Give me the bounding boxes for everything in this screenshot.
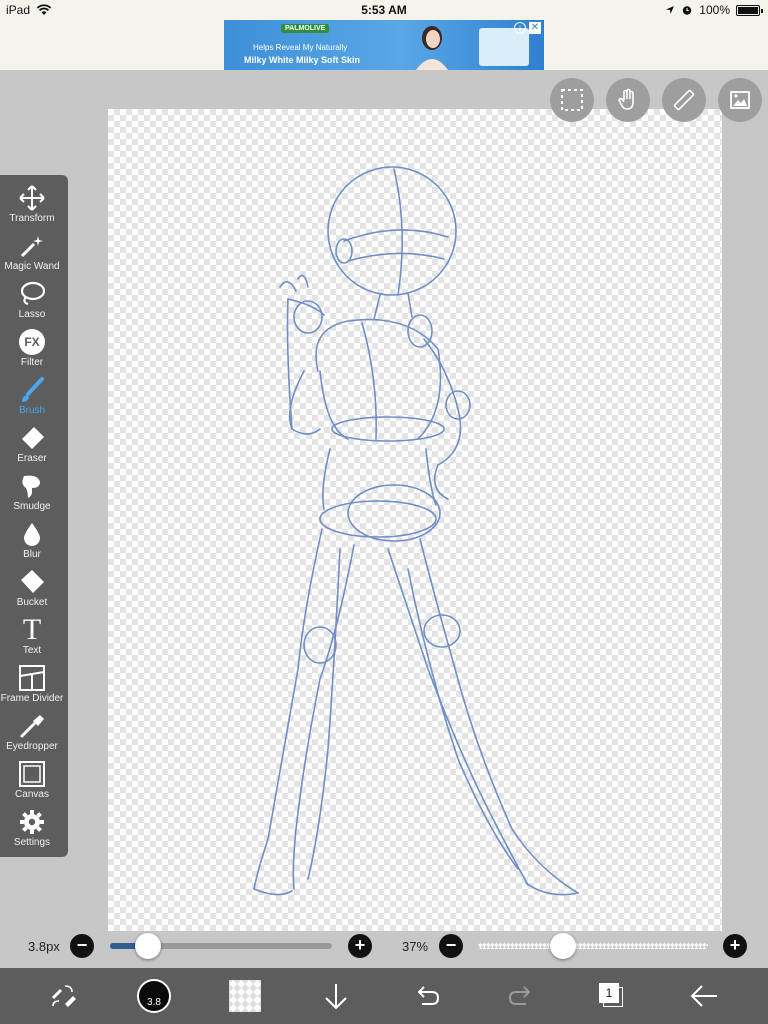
undo-button[interactable] bbox=[400, 968, 456, 1024]
move-arrows-icon bbox=[19, 185, 45, 211]
tool-canvas[interactable]: Canvas bbox=[0, 759, 64, 807]
tool-text[interactable]: T Text bbox=[0, 615, 64, 663]
text-icon: T bbox=[22, 613, 42, 646]
brush-eraser-swap-icon bbox=[51, 985, 76, 1007]
bottom-bar: 3.8 1 bbox=[0, 968, 768, 1024]
color-brush-size: 3.8 bbox=[147, 997, 161, 1008]
redo-button[interactable] bbox=[492, 968, 548, 1024]
selection-button[interactable] bbox=[550, 78, 594, 122]
sketch-drawing bbox=[253, 166, 579, 896]
brush-size-thumb[interactable] bbox=[134, 933, 161, 959]
brush-size-decrease-button[interactable]: − bbox=[70, 934, 94, 958]
opacity-decrease-button[interactable]: − bbox=[439, 934, 463, 958]
tool-transform[interactable]: Transform bbox=[0, 183, 64, 231]
fx-icon: FX bbox=[19, 329, 45, 355]
status-bar: iPad 5:53 AM 100% bbox=[0, 0, 768, 20]
location-icon bbox=[666, 6, 675, 14]
ad-area: PALMOLIVE Helps Reveal My Naturally Milk… bbox=[0, 20, 768, 70]
magic-wand-icon bbox=[20, 236, 43, 258]
layer-count: 1 bbox=[599, 983, 619, 1003]
eraser-icon bbox=[22, 427, 44, 449]
ruler-button[interactable] bbox=[662, 78, 706, 122]
ad-model-image bbox=[416, 26, 448, 70]
brush-size-value: 3.8px bbox=[28, 939, 60, 954]
smudge-icon bbox=[22, 475, 40, 498]
layers-icon: 1 bbox=[599, 983, 625, 1009]
tool-brush[interactable]: Brush bbox=[0, 375, 64, 423]
gear-icon bbox=[20, 810, 44, 834]
selection-icon bbox=[561, 89, 583, 111]
brush-icon bbox=[22, 377, 44, 402]
tool-palette: Transform Magic Wand Lasso FX Filter Bru… bbox=[0, 175, 68, 857]
drawing-canvas[interactable] bbox=[108, 109, 722, 931]
undo-icon bbox=[417, 986, 440, 1005]
tool-filter[interactable]: FX Filter bbox=[0, 327, 64, 375]
droplet-icon bbox=[24, 523, 40, 546]
ad-info-icon[interactable]: i bbox=[514, 22, 526, 34]
tool-eraser[interactable]: Eraser bbox=[0, 423, 64, 471]
hand-button[interactable] bbox=[606, 78, 650, 122]
tool-bucket[interactable]: Bucket bbox=[0, 567, 64, 615]
frame-divider-icon bbox=[19, 665, 45, 691]
arrow-left-icon bbox=[690, 985, 717, 1007]
opacity-slider[interactable] bbox=[478, 943, 708, 949]
opacity-thumb[interactable] bbox=[550, 933, 577, 959]
status-right: 100% bbox=[665, 3, 763, 17]
arrow-down-icon bbox=[325, 984, 347, 1010]
ad-brand: PALMOLIVE bbox=[281, 24, 330, 33]
ad-tagline: Milky White Milky Soft Skin bbox=[244, 55, 361, 65]
ruler-icon bbox=[673, 89, 695, 111]
brush-opacity-value: 37% bbox=[402, 939, 429, 954]
layers-button[interactable]: 1 bbox=[584, 968, 640, 1024]
tool-frame-divider[interactable]: Frame Divider bbox=[0, 663, 64, 711]
ad-banner[interactable]: PALMOLIVE Helps Reveal My Naturally Milk… bbox=[224, 20, 544, 70]
ad-close-icon[interactable]: ✕ bbox=[529, 22, 541, 34]
download-button[interactable] bbox=[308, 968, 364, 1024]
back-button[interactable] bbox=[676, 968, 732, 1024]
current-color-swatch: 3.8 bbox=[137, 979, 171, 1013]
transparent-swatch bbox=[229, 980, 261, 1012]
tool-smudge[interactable]: Smudge bbox=[0, 471, 64, 519]
ad-headline: Helps Reveal My Naturally bbox=[253, 43, 348, 52]
color-button[interactable]: 3.8 bbox=[126, 968, 182, 1024]
brush-slider-row: 3.8px − + 37% − + bbox=[0, 932, 768, 960]
image-icon bbox=[730, 91, 750, 109]
battery-percent: 100% bbox=[699, 3, 730, 17]
hand-icon bbox=[618, 88, 634, 110]
opacity-increase-button[interactable]: + bbox=[723, 934, 747, 958]
brush-size-increase-button[interactable]: + bbox=[348, 934, 372, 958]
quick-menu-button[interactable] bbox=[35, 968, 91, 1024]
tool-lasso[interactable]: Lasso bbox=[0, 279, 64, 327]
alarm-icon bbox=[683, 6, 692, 15]
lasso-icon bbox=[20, 281, 46, 306]
material-button[interactable] bbox=[718, 78, 762, 122]
tool-settings[interactable]: Settings bbox=[0, 807, 64, 855]
background-color-button[interactable] bbox=[217, 968, 273, 1024]
tool-magic-wand[interactable]: Magic Wand bbox=[0, 231, 64, 279]
canvas-tool-buttons bbox=[550, 78, 762, 122]
redo-icon bbox=[508, 986, 531, 1005]
status-time: 5:53 AM bbox=[361, 3, 407, 17]
workspace: Transform Magic Wand Lasso FX Filter Bru… bbox=[0, 70, 768, 968]
canvas-icon bbox=[19, 761, 45, 787]
tool-blur[interactable]: Blur bbox=[0, 519, 64, 567]
tool-eyedropper[interactable]: Eyedropper bbox=[0, 711, 64, 759]
bucket-icon bbox=[21, 570, 44, 593]
eyedropper-icon bbox=[20, 715, 44, 738]
battery-icon bbox=[736, 4, 763, 16]
